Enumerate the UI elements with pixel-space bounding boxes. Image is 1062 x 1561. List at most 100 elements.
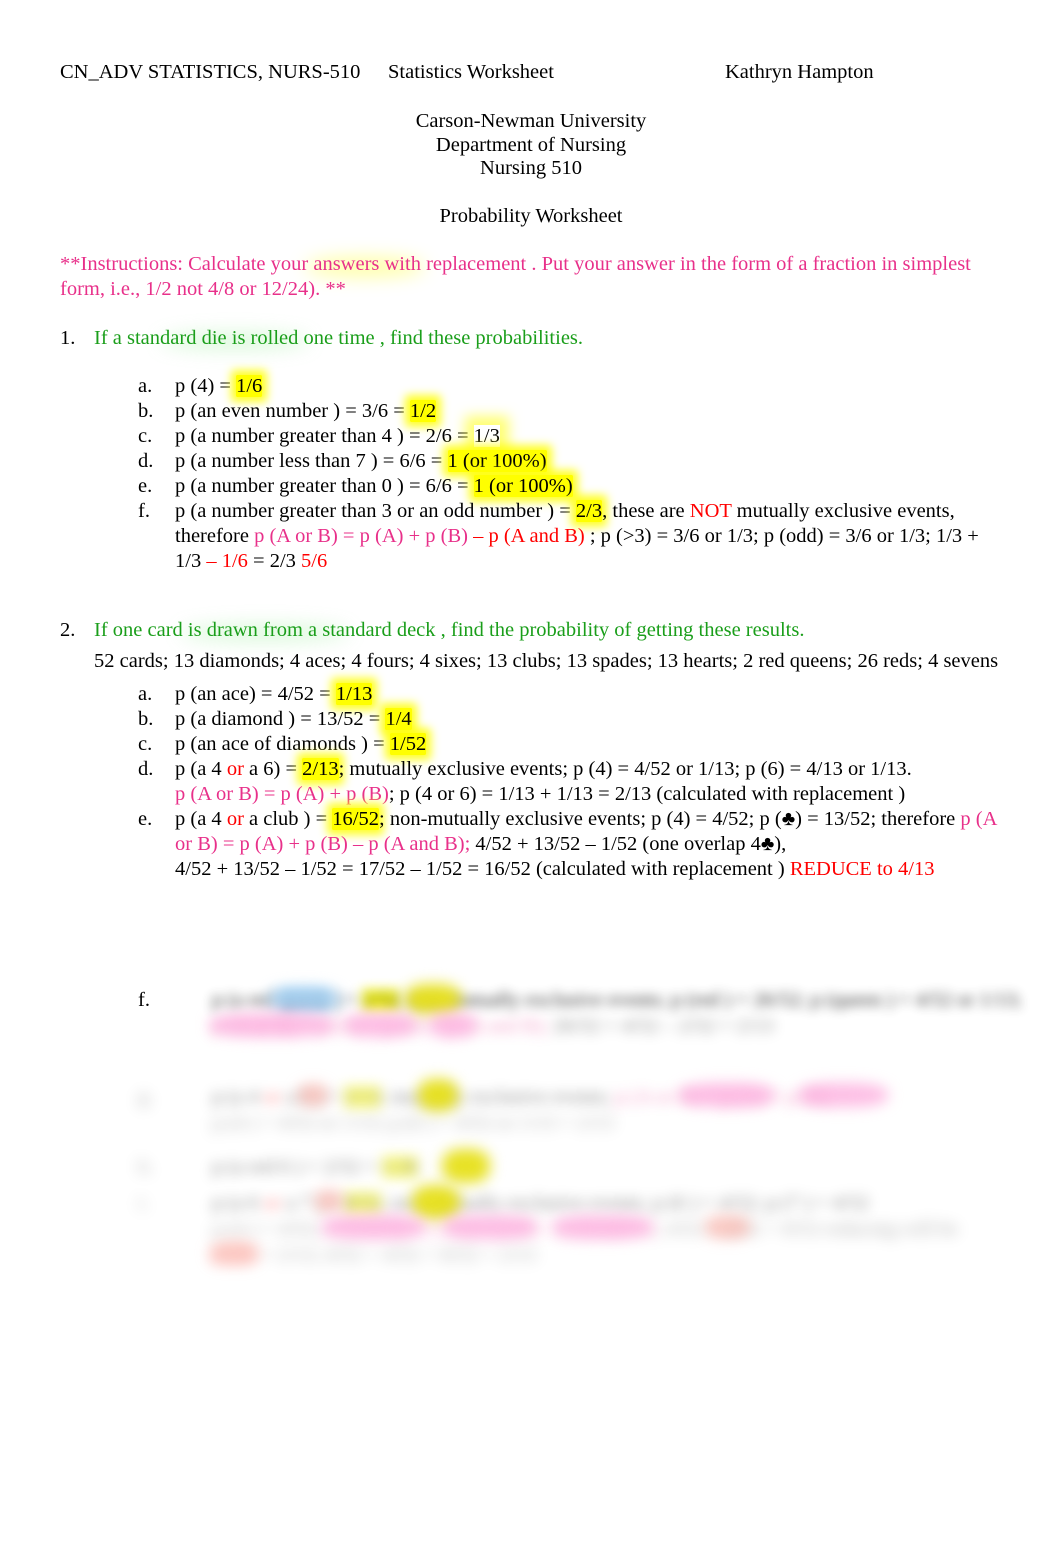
item-f-not-keyword: NOT — [689, 500, 732, 522]
item-f-line3-alt-answer: 5/6 — [301, 550, 328, 572]
q2-item-e-formula-part1: p (A — [960, 808, 998, 830]
q2-item-c-lead: p (an ace of diamonds ) = — [175, 733, 390, 755]
q2-item-e-line2-tail: 4/52 + 13/52 – 1/52 (one overlap 4♣), — [470, 833, 787, 855]
item-marker-a: a. — [138, 375, 153, 397]
q2-item-b-answer: 1/4 — [385, 708, 412, 730]
item-f-tail: mutually exclusive events, — [731, 500, 955, 522]
redacted-highlight — [298, 1084, 328, 1106]
redacted-highlight — [405, 984, 461, 1014]
item-marker-d: d. — [138, 450, 154, 472]
item-marker-c: c. — [138, 425, 153, 447]
item-a-lead: p (4) = — [175, 375, 237, 397]
header-author-name: Kathryn Hampton — [725, 61, 874, 83]
item-e-lead: p (a number greater than 0 ) = 6/6 = — [175, 475, 474, 497]
redacted-line: p (A) = 2/13; 4/52 + 4/52 = 8/52 = 2/13 — [212, 1244, 537, 1266]
redacted-line: p (a 6 or a 7 ) = 8/52; non-mutually exc… — [212, 1192, 869, 1214]
item-d-answer: 1 (or 100%) — [447, 450, 547, 472]
item-marker-e: e. — [138, 808, 153, 830]
item-marker-f: f. — [138, 989, 150, 1011]
item-f-line3-b: = 2/3 — [247, 550, 302, 572]
item-marker-i: i. — [138, 1192, 149, 1214]
item-marker-g: g. — [138, 1086, 154, 1108]
university-name: Carson-Newman University — [415, 110, 647, 132]
instructions-paragraph: **Instructions: Calculate your answers w… — [60, 252, 990, 302]
header-course-code: CN_ADV STATISTICS, NURS-510 — [60, 61, 361, 83]
item-f-line3-red: – 1/6 — [206, 550, 248, 572]
item-f-line3-a: 1/3 — [175, 550, 207, 572]
q2-item-d-or-keyword: or — [226, 758, 244, 780]
item-marker-b: b. — [138, 708, 154, 730]
question-2-number: 2. — [60, 619, 76, 641]
redacted-line: p (4 ) = 4/52 or 1/13; p (6 ) = 4/52 or … — [212, 1112, 614, 1134]
redacted-highlight — [315, 1190, 343, 1212]
list-item: a. p (an ace) = 4/52 = 1/13 — [60, 682, 1000, 707]
redacted-highlight — [412, 1185, 460, 1219]
redacted-highlight — [268, 987, 340, 1011]
item-f-line2-tail: ; p (>3) = 3/6 or 1/3; p (odd) = 3/6 or … — [584, 525, 979, 547]
item-a-answer: 1/6 — [236, 375, 263, 397]
title-block: Carson-Newman University Department of N… — [0, 110, 1062, 228]
item-f-formula-red: – p (A and B) — [467, 525, 585, 547]
question-1-number: 1. — [60, 327, 76, 349]
q2-item-c-answer: 1/52 — [389, 733, 427, 755]
item-marker-f: f. — [138, 500, 150, 522]
department-name: Department of Nursing — [435, 133, 627, 156]
q2-item-a-answer: 1/13 — [335, 683, 373, 705]
item-marker-e: e. — [138, 475, 153, 497]
question-2-prompt: If one card is drawn from a standard dec… — [94, 619, 805, 641]
item-f-lead: p (a number greater than 3 or an odd num… — [175, 500, 576, 522]
item-d-lead: p (a number less than 7 ) = 6/6 = — [175, 450, 448, 472]
question-1: 1. If a standard die is rolled one time … — [60, 326, 1000, 574]
q2-item-b-lead: p (a diamond ) = 13/52 = — [175, 708, 386, 730]
item-marker-b: b. — [138, 400, 154, 422]
q2-item-e-lead-b: a club ) = — [243, 808, 333, 830]
list-item: f. p (a number greater than 3 or an odd … — [60, 499, 1000, 574]
q2-item-d-formula: p (A or B) = p (A) + p (B) — [175, 783, 389, 805]
redacted-highlight — [210, 1241, 258, 1265]
q2-item-d-lead-b: a 6) = — [243, 758, 303, 780]
worksheet-title: Probability Worksheet — [439, 204, 623, 227]
instructions-text: **Instructions: Calculate your answers w… — [60, 253, 971, 300]
item-f-formula-pink: p (A or B) = p (A) + p (B) — [254, 525, 468, 547]
redacted-highlight — [798, 1083, 888, 1107]
item-marker-d: d. — [138, 758, 154, 780]
item-marker-c: c. — [138, 733, 153, 755]
redacted-highlight — [552, 1215, 652, 1239]
course-name: Nursing 510 — [480, 157, 582, 179]
redacted-highlight — [210, 1013, 335, 1037]
redacted-highlight — [418, 1079, 458, 1111]
header-document-title: Statistics Worksheet — [388, 61, 554, 83]
q2-item-e-answer: 16/52 — [332, 808, 379, 830]
q2-item-e-or-keyword: or — [226, 808, 244, 830]
list-item: d. p (a number less than 7 ) = 6/6 = 1 (… — [60, 449, 1000, 474]
title-spacer — [0, 181, 1062, 205]
list-item: c. p (an ace of diamonds ) = 1/52 — [60, 732, 1000, 757]
question-1-heading: 1. If a standard die is rolled one time … — [60, 326, 1000, 351]
question-2-heading: 2. If one card is drawn from a standard … — [60, 618, 1000, 643]
item-c-lead: p (a number greater than 4 ) = 2/6 = — [175, 425, 474, 447]
item-marker-a: a. — [138, 683, 153, 705]
q2-item-d-lead-a: p (a 4 — [175, 758, 227, 780]
question-1-answer-list: a. p (4) = 1/6 b. p (an even number ) = … — [60, 374, 1000, 574]
item-c-answer: 1/3 — [473, 425, 500, 447]
list-item: e. p (a 4 or a club ) = 16/52; non-mutua… — [60, 807, 1000, 882]
q2-item-d-line2-tail: ; p (4 or 6) = 1/13 + 1/13 = 2/13 (calcu… — [388, 783, 906, 805]
list-item: b. p (an even number ) = 3/6 = 1/2 — [60, 399, 1000, 424]
redacted-highlight — [345, 1013, 415, 1037]
redacted-highlight — [442, 1215, 537, 1239]
question-1-prompt: If a standard die is rolled one time , f… — [94, 327, 584, 349]
list-item: c. p (a number greater than 4 ) = 2/6 = … — [60, 424, 1000, 449]
item-f-answer: 2/3 — [575, 500, 603, 522]
q2-item-d-answer: 2/13 — [302, 758, 339, 780]
list-item: a. p (4) = 1/6 — [60, 374, 1000, 399]
item-f-after: , these are — [602, 500, 690, 522]
redacted-highlight — [442, 1149, 490, 1183]
q2-item-d-tail: ; mutually exclusive events; p (4) = 4/5… — [338, 758, 912, 780]
list-item: d. p (a 4 or a 6) = 2/13; mutually exclu… — [60, 757, 1000, 807]
q2-item-e-lead-a: p (a 4 — [175, 808, 227, 830]
redacted-line: p (a red 6 ) = 2/52 = 1/26 — [212, 1156, 419, 1178]
redacted-region: f. p (a red queen ) = 2/52; non-mutually… — [60, 984, 1022, 1275]
list-item: b. p (a diamond ) = 13/52 = 1/4 — [60, 707, 1000, 732]
redacted-highlight — [428, 1013, 476, 1037]
question-2: 2. If one card is drawn from a standard … — [60, 618, 1000, 882]
